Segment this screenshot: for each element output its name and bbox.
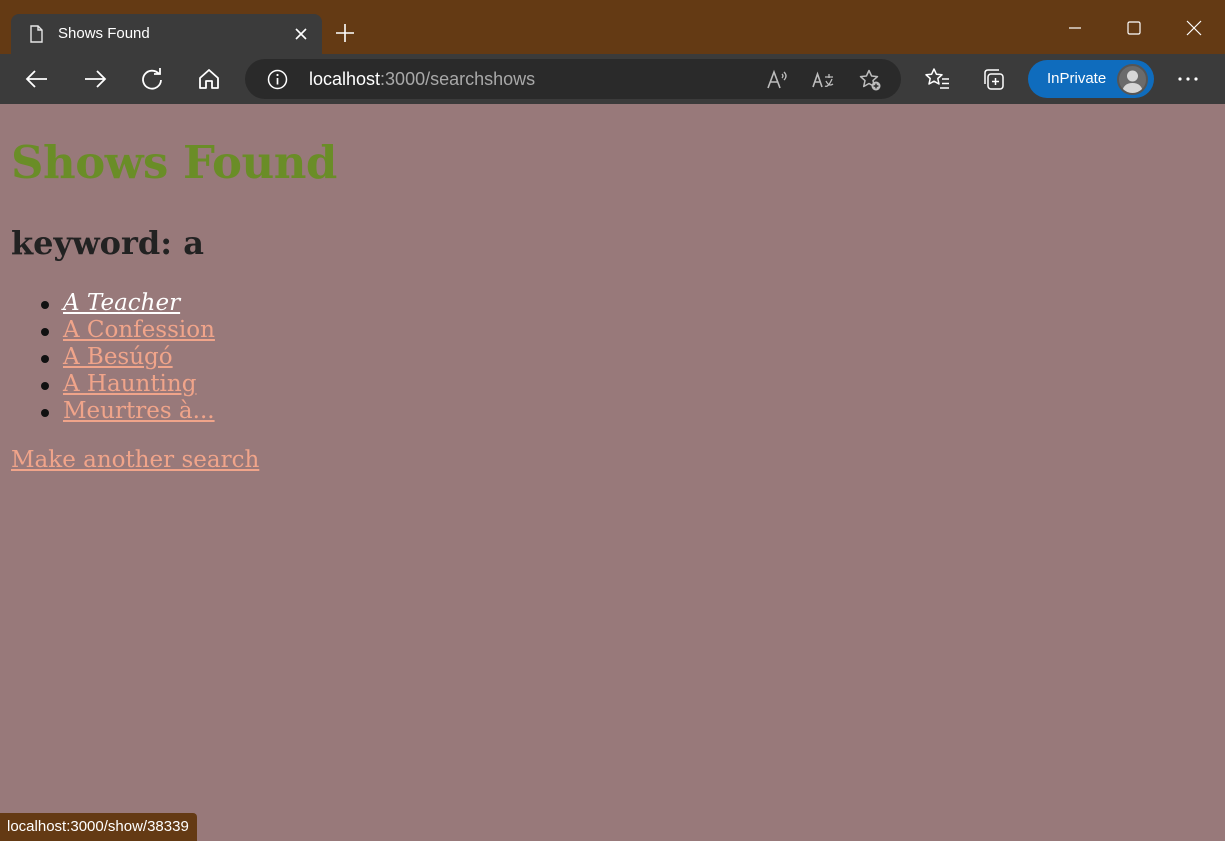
url-host: localhost <box>309 69 381 89</box>
list-item: A Haunting <box>41 371 215 398</box>
info-icon[interactable] <box>267 69 288 90</box>
status-bar-url: localhost:3000/show/38339 <box>0 813 197 841</box>
show-link[interactable]: A Besúgó <box>63 344 173 370</box>
list-item: A Besúgó <box>41 344 215 371</box>
page-icon <box>30 25 43 43</box>
home-icon[interactable] <box>195 65 223 93</box>
url-text[interactable]: localhost:3000/searchshows <box>309 69 535 90</box>
avatar <box>1117 64 1148 95</box>
browser-tab[interactable]: Shows Found <box>11 14 322 54</box>
results-list: A Teacher A Confession A Besúgó A Haunti… <box>41 290 215 425</box>
keyword-heading: keyword: a <box>11 224 204 262</box>
list-item: Meurtres à... <box>41 398 215 425</box>
close-tab-icon[interactable] <box>292 25 310 43</box>
show-link[interactable]: A Teacher <box>63 290 180 316</box>
refresh-icon[interactable] <box>138 65 166 93</box>
more-options-icon[interactable] <box>1174 65 1202 93</box>
maximize-icon[interactable] <box>1119 14 1149 42</box>
page-content: Shows Found keyword: a A Teacher A Confe… <box>0 104 1225 841</box>
close-window-icon[interactable] <box>1179 14 1209 42</box>
address-bar[interactable]: localhost:3000/searchshows <box>245 59 901 99</box>
read-aloud-icon[interactable] <box>765 68 789 92</box>
title-bar: Shows Found <box>0 0 1225 54</box>
tab-title: Shows Found <box>58 25 150 42</box>
minimize-icon[interactable] <box>1060 14 1090 42</box>
keyword-label: keyword: <box>11 224 173 262</box>
page-title: Shows Found <box>11 136 337 189</box>
add-favorite-icon[interactable] <box>858 68 882 92</box>
favorites-icon[interactable] <box>923 65 951 93</box>
show-link[interactable]: A Haunting <box>63 371 196 397</box>
list-item: A Confession <box>41 317 215 344</box>
new-tab-icon[interactable] <box>332 20 358 46</box>
list-item: A Teacher <box>41 290 215 317</box>
forward-icon[interactable] <box>81 65 109 93</box>
make-another-search-link[interactable]: Make another search <box>11 447 259 473</box>
browser-toolbar: localhost:3000/searchshows InPrivate <box>0 54 1225 104</box>
inprivate-label: InPrivate <box>1047 70 1107 87</box>
inprivate-button[interactable]: InPrivate <box>1028 60 1154 98</box>
translate-icon[interactable] <box>811 68 835 92</box>
back-icon[interactable] <box>23 65 51 93</box>
url-path: :3000/searchshows <box>380 69 536 89</box>
show-link[interactable]: A Confession <box>63 317 215 343</box>
collections-icon[interactable] <box>980 65 1008 93</box>
profile-icon <box>1122 70 1143 93</box>
keyword-value: a <box>183 224 204 262</box>
show-link[interactable]: Meurtres à... <box>63 398 215 424</box>
